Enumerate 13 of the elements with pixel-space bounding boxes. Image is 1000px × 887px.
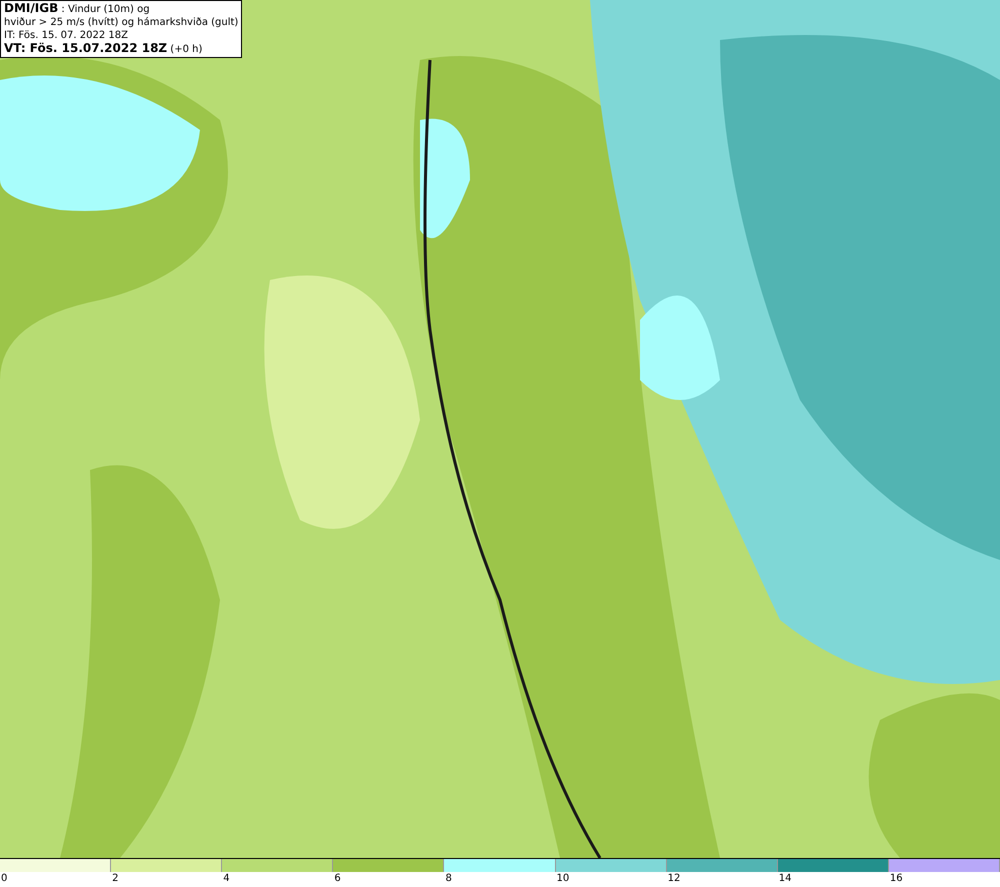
caption-text: VT: Fös. 15.07.2022 18Z (+0 h) — [4, 42, 204, 56]
caption-text: DMI/IGB : Vindur (10m) og — [4, 2, 151, 16]
scale-label: 12 — [666, 872, 682, 886]
scale-label: 4 — [222, 872, 231, 886]
scale-label: 2 — [111, 872, 120, 886]
scale-label: 8 — [444, 872, 453, 886]
caption-text: hviður > 25 m/s (hvítt) og hámarkshviða (gult) — [4, 16, 238, 29]
scale-label: 6 — [333, 872, 342, 886]
scale-label: 10 — [556, 872, 570, 886]
scale-label: 16 — [888, 872, 904, 886]
caption-text: IT: Fös. 15. 07. 2022 18Z — [4, 29, 129, 42]
scale-label: 14 — [778, 872, 792, 886]
scale-label: 0 — [0, 872, 8, 886]
